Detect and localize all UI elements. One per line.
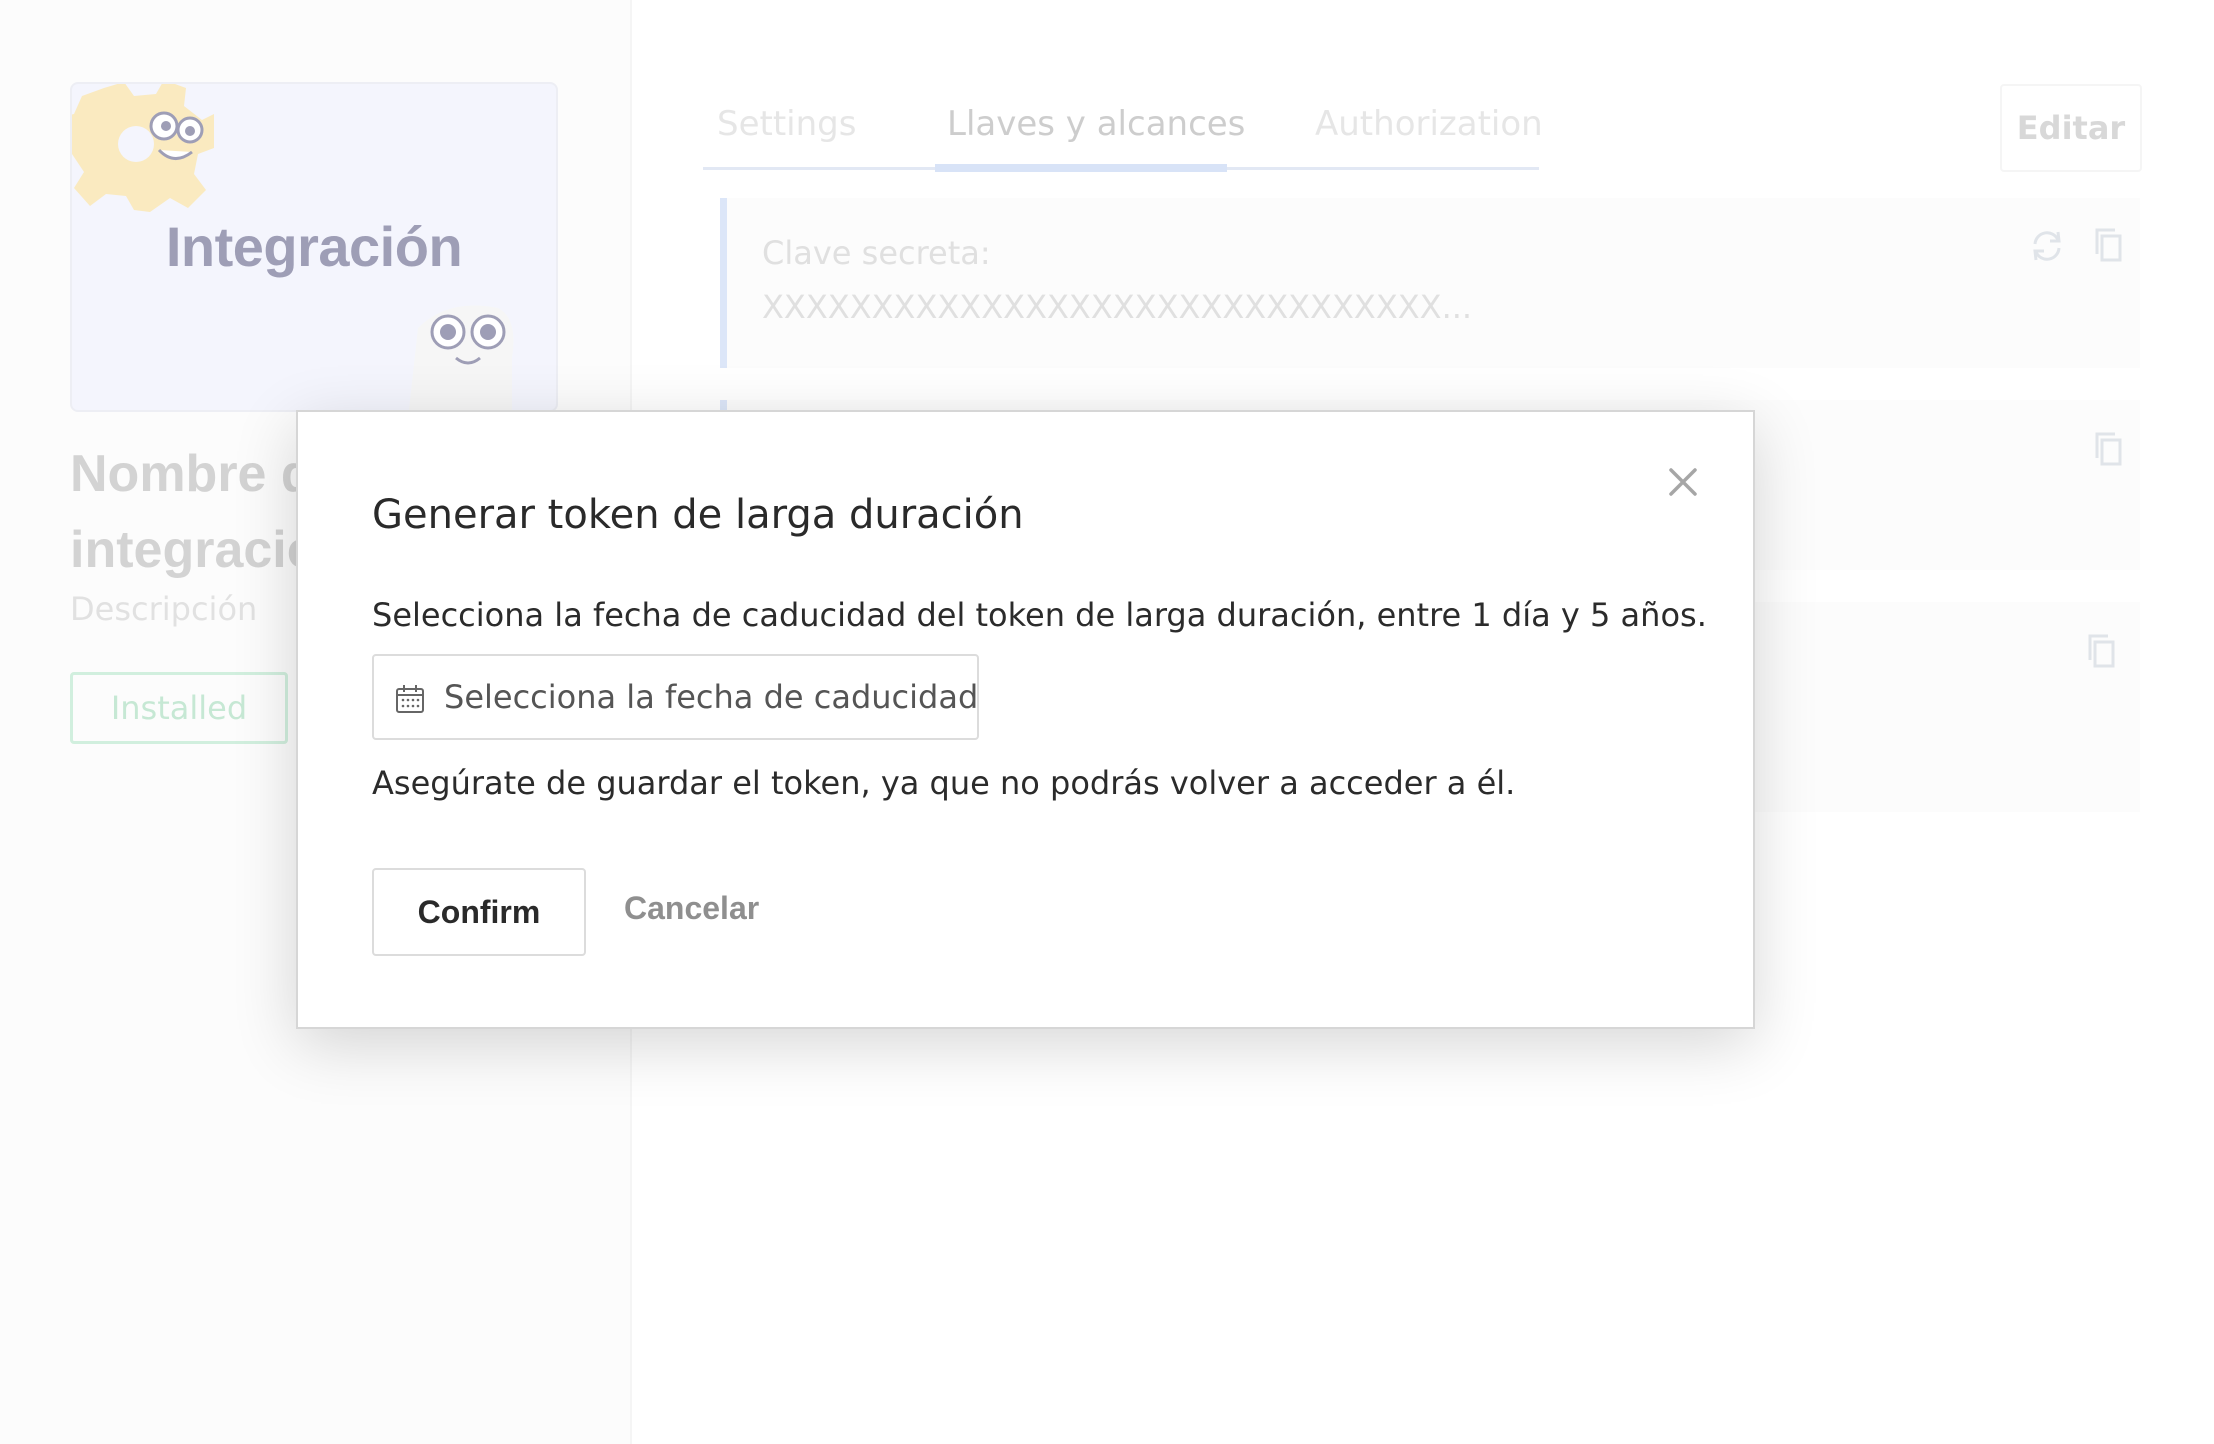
- expiration-date-picker[interactable]: Selecciona la fecha de caducidad: [372, 654, 979, 740]
- confirm-button[interactable]: Confirm: [372, 868, 586, 956]
- close-icon[interactable]: [1661, 460, 1705, 504]
- dialog-description: Selecciona la fecha de caducidad del tok…: [372, 596, 1707, 634]
- date-picker-placeholder: Selecciona la fecha de caducidad: [444, 678, 979, 716]
- generate-token-dialog: Generar token de larga duración Seleccio…: [296, 410, 1755, 1029]
- dialog-warning: Asegúrate de guardar el token, ya que no…: [372, 764, 1516, 802]
- calendar-icon: [396, 685, 424, 713]
- cancel-button[interactable]: Cancelar: [624, 890, 759, 927]
- dialog-title: Generar token de larga duración: [372, 492, 1024, 538]
